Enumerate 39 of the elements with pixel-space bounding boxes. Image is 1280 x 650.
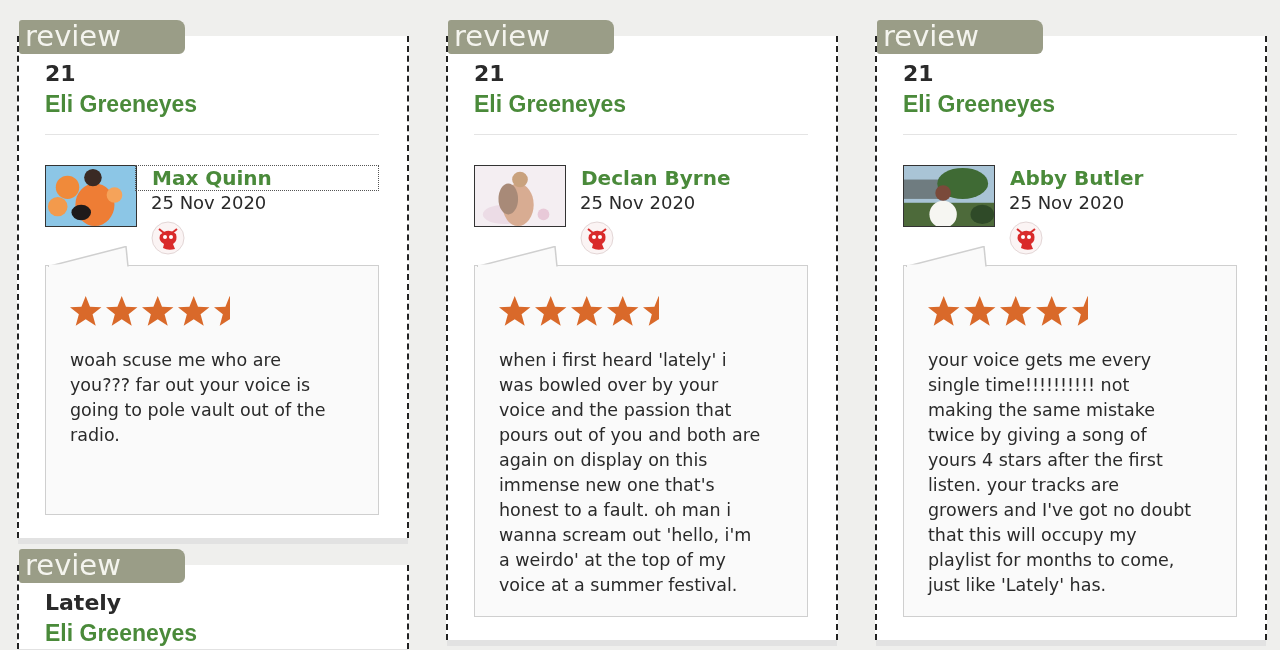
review-date: 25 Nov 2020 bbox=[151, 191, 267, 215]
emblem-icon bbox=[151, 221, 185, 255]
emblem-icon bbox=[1009, 221, 1043, 255]
star-icon bbox=[928, 296, 960, 326]
review-text: woah scuse me who are you??? far out your voice is going to pole vault out of the radio. bbox=[70, 349, 327, 447]
review-tab-label: review bbox=[19, 20, 185, 54]
release-title: 21 bbox=[45, 60, 77, 88]
artist-link[interactable]: Eli Greeneyes bbox=[45, 88, 198, 120]
review-date: 25 Nov 2020 bbox=[580, 191, 696, 215]
star-icon bbox=[142, 296, 174, 326]
star-icon bbox=[1072, 296, 1088, 326]
release-title: Lately bbox=[45, 589, 123, 617]
star-icon bbox=[499, 296, 531, 326]
artist-link[interactable]: Eli Greeneyes bbox=[45, 617, 198, 649]
artist-link[interactable]: Eli Greeneyes bbox=[474, 88, 627, 120]
review-text: your voice gets me every single time!!!!!!!!!! not making the same mistake twice by giving a song of yours 4 stars after the first listen. your tracks are growers and I've got no doubt that this will occupy my playlist for months to come, just like 'Lately' has. bbox=[928, 349, 1192, 597]
reviewer-link[interactable]: Max Quinn bbox=[135, 165, 379, 191]
star-icon bbox=[607, 296, 639, 326]
review-tab-label: review bbox=[448, 20, 614, 54]
emblem-icon bbox=[580, 221, 614, 255]
review-date: 25 Nov 2020 bbox=[1009, 191, 1125, 215]
star-icon bbox=[1000, 296, 1032, 326]
star-icon bbox=[643, 296, 659, 326]
artist-link[interactable]: Eli Greeneyes bbox=[903, 88, 1056, 120]
review-text: when i first heard 'lately' i was bowled over by your voice and the passion that pours out of you and both are again on display on this immense new one that's honest to a fault. oh man i wanna scream out 'hello, i'm a weirdo' at the top of my voice at a summer festival. bbox=[499, 349, 762, 597]
star-icon bbox=[571, 296, 603, 326]
star-icon bbox=[964, 296, 996, 326]
reviewer-link[interactable]: Abby Butler bbox=[993, 165, 1145, 191]
release-title: 21 bbox=[474, 60, 506, 88]
star-icon bbox=[214, 296, 230, 326]
review-tab-label: review bbox=[19, 549, 185, 583]
star-icon bbox=[1036, 296, 1068, 326]
reviewer-link[interactable]: Declan Byrne bbox=[564, 165, 732, 191]
star-icon bbox=[70, 296, 102, 326]
release-title: 21 bbox=[903, 60, 935, 88]
star-icon bbox=[535, 296, 567, 326]
review-tab-label: review bbox=[877, 20, 1043, 54]
star-icon bbox=[106, 296, 138, 326]
star-icon bbox=[178, 296, 210, 326]
